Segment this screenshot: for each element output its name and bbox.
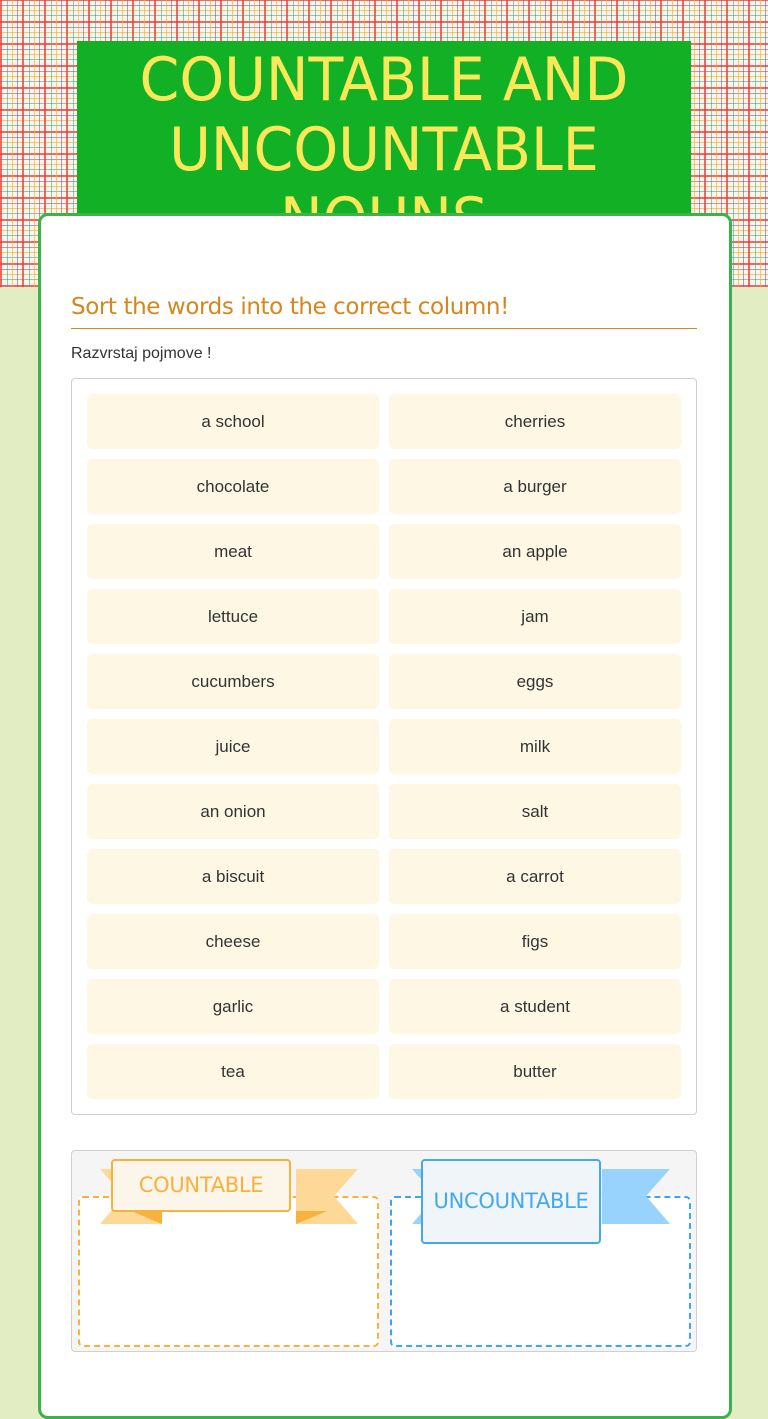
- word-tile[interactable]: chocolate: [87, 459, 379, 514]
- instructions-heading: Sort the words into the correct column!: [71, 294, 697, 329]
- word-tile[interactable]: a biscuit: [87, 849, 379, 904]
- word-tile[interactable]: lettuce: [87, 589, 379, 644]
- word-tile[interactable]: jam: [389, 589, 681, 644]
- word-tile[interactable]: a student: [389, 979, 681, 1034]
- word-tile[interactable]: garlic: [87, 979, 379, 1034]
- sort-area: COUNTABLE UNCOUNTABLE: [71, 1150, 697, 1352]
- word-tile[interactable]: butter: [389, 1044, 681, 1099]
- word-tile[interactable]: a carrot: [389, 849, 681, 904]
- word-tile[interactable]: a burger: [389, 459, 681, 514]
- word-tile[interactable]: tea: [87, 1044, 379, 1099]
- word-tile[interactable]: juice: [87, 719, 379, 774]
- uncountable-category-label: UNCOUNTABLE: [421, 1159, 601, 1244]
- title-banner: COUNTABLE AND UNCOUNTABLE NOUNS: [77, 41, 691, 241]
- uncountable-ribbon: UNCOUNTABLE: [72, 1151, 696, 1251]
- instructions-subtext: Razvrstaj pojmove !: [71, 345, 212, 362]
- word-tile[interactable]: cucumbers: [87, 654, 379, 709]
- word-tile[interactable]: a school: [87, 394, 379, 449]
- word-tile[interactable]: eggs: [389, 654, 681, 709]
- word-tile[interactable]: meat: [87, 524, 379, 579]
- word-bank: a school cherries chocolate a burger meat an …: [71, 378, 697, 1115]
- word-tile[interactable]: salt: [389, 784, 681, 839]
- word-tile[interactable]: an onion: [87, 784, 379, 839]
- word-tile[interactable]: an apple: [389, 524, 681, 579]
- word-tile[interactable]: cheese: [87, 914, 379, 969]
- ribbon-banner-icon: [412, 1169, 670, 1224]
- word-tile[interactable]: cherries: [389, 394, 681, 449]
- page-title: COUNTABLE AND UNCOUNTABLE NOUNS: [139, 45, 629, 241]
- word-tile[interactable]: milk: [389, 719, 681, 774]
- word-tile[interactable]: figs: [389, 914, 681, 969]
